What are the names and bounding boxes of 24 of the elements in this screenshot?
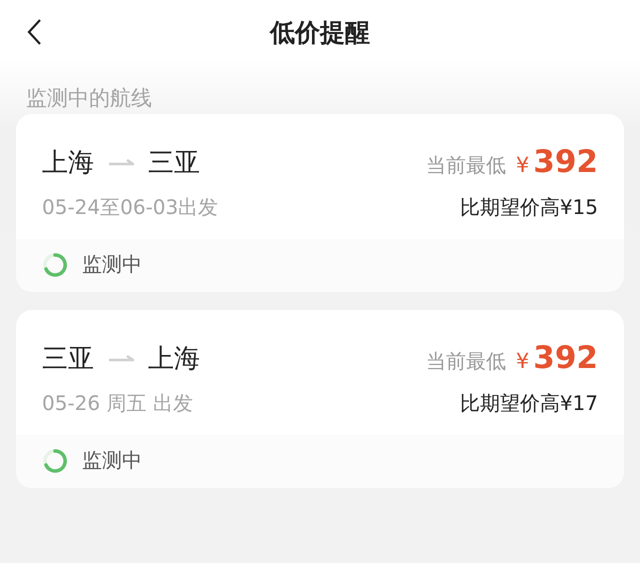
origin-city: 上海 (42, 146, 94, 180)
travel-dates: 05-24至06-03出发 (42, 194, 218, 221)
status-text: 监测中 (82, 447, 142, 474)
travel-dates: 05-26 周五 出发 (42, 390, 193, 417)
back-icon (26, 18, 42, 46)
back-button[interactable] (26, 18, 42, 46)
page-title: 低价提醒 (270, 16, 370, 48)
section-label: 监测中的航线 (25, 85, 153, 112)
price-label: 当前最低 (426, 348, 506, 375)
price-difference: 比期望价高¥17 (460, 390, 598, 417)
destination-city: 三亚 (148, 146, 200, 180)
price-difference: 比期望价高¥15 (460, 194, 598, 221)
currency-symbol: ¥ (516, 153, 530, 177)
status-text: 监测中 (82, 251, 142, 278)
spinner-icon (42, 448, 68, 474)
price-value: 392 (533, 144, 598, 180)
currency-symbol: ¥ (516, 349, 530, 373)
route-card[interactable]: 上海 三亚 当前最低 ¥392 05-24至06-03出发 比期望价高¥15 监测中 (16, 114, 624, 292)
route-card[interactable]: 三亚 上海 当前最低 ¥392 05-26 周五 出发 比期望价高¥17 监测中 (16, 310, 624, 488)
price-label: 当前最低 (426, 152, 506, 179)
destination-city: 上海 (148, 342, 200, 376)
price-value: 392 (533, 340, 598, 376)
origin-city: 三亚 (42, 342, 94, 376)
spinner-icon (42, 252, 68, 278)
